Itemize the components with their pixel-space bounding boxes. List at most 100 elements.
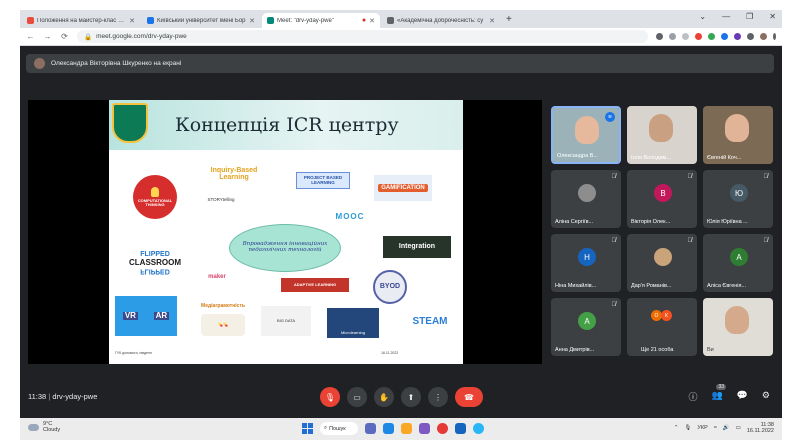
participant-tile[interactable]: 🎙̸ А Анна Дмитрів... bbox=[551, 298, 621, 356]
windows-taskbar: 9°C Cloudy ⌕ Пошук ⌃ 🎙 УКР ≈ 🔊 ▭ 11:38 1… bbox=[20, 418, 782, 440]
center-oval-text: Впровадження інноваційних педагогічних т… bbox=[229, 224, 341, 272]
browser-tab-active[interactable]: Meet: "drv-yday-pwe" ● ✕ bbox=[262, 13, 380, 28]
wifi-icon[interactable]: ≈ bbox=[714, 425, 717, 431]
file-explorer-icon[interactable] bbox=[401, 423, 412, 434]
meeting-code: drv-yday-pwe bbox=[52, 392, 98, 401]
call-controls: 🎙 ▭ ✋ ⬆ ⋮ ☎ bbox=[320, 387, 483, 407]
more-options-button[interactable]: ⋮ bbox=[428, 387, 448, 407]
address-bar[interactable]: 🔒 meet.google.com/drv-yday-pwe bbox=[77, 30, 648, 43]
volume-icon[interactable]: 🔊 bbox=[723, 425, 730, 431]
weather-widget[interactable]: 9°C Cloudy bbox=[28, 421, 60, 434]
raise-hand-button[interactable]: ✋ bbox=[374, 387, 394, 407]
presenting-banner: Олександра Вікторівна Шкуренко на екрані bbox=[26, 54, 774, 73]
participant-tile[interactable]: 🎙̸ Н Ніна Михайлів... bbox=[551, 234, 621, 292]
back-icon[interactable]: ← bbox=[26, 32, 35, 41]
media-literacy-label: Медіаграмотність bbox=[201, 303, 245, 310]
microphone-tray-icon[interactable]: 🎙 bbox=[684, 425, 691, 431]
browser-tab[interactable]: Положення на майстер-клас «Ві ✕ bbox=[22, 13, 140, 28]
presentation-stage[interactable]: Концепція ICR центру COMPUTATIONAL THINK… bbox=[28, 100, 542, 364]
activities-icon[interactable]: ⚙ bbox=[762, 390, 770, 403]
tab-search-icon[interactable]: ⌄ bbox=[699, 12, 706, 21]
meeting-details: 11:38 | drv-yday-pwe bbox=[28, 392, 98, 401]
extension-icon[interactable] bbox=[721, 33, 728, 40]
gamification-label: GAMIFICATION bbox=[374, 175, 432, 201]
cloud-icon bbox=[28, 423, 39, 431]
integration-label: Integration bbox=[383, 236, 451, 258]
chat-icon[interactable]: 💬 bbox=[737, 390, 748, 403]
mic-toggle-button[interactable]: 🎙 bbox=[320, 387, 340, 407]
tray-arrow-icon[interactable]: ⌃ bbox=[674, 425, 679, 431]
store-icon[interactable] bbox=[419, 423, 430, 434]
participant-name: Ілля Володим... bbox=[631, 155, 671, 161]
taskbar-search[interactable]: ⌕ Пошук bbox=[320, 422, 358, 435]
share-icon[interactable] bbox=[669, 33, 676, 40]
close-tab-icon[interactable]: ✕ bbox=[489, 17, 495, 25]
task-view-icon[interactable] bbox=[365, 423, 376, 434]
extension-icon[interactable] bbox=[695, 33, 702, 40]
participant-name: Євгеній Коч... bbox=[707, 155, 742, 161]
close-tab-icon[interactable]: ✕ bbox=[369, 17, 375, 25]
steam-label: STEAM bbox=[412, 315, 448, 327]
telegram-icon[interactable] bbox=[473, 423, 484, 434]
present-button[interactable]: ⬆ bbox=[401, 387, 421, 407]
camera-indicator-icon[interactable] bbox=[656, 33, 663, 40]
participant-name: Ніна Михайлів... bbox=[555, 283, 597, 289]
close-tab-icon[interactable]: ✕ bbox=[249, 17, 255, 25]
tab-title: Київський університет імені Бор bbox=[157, 17, 246, 24]
forward-icon[interactable]: → bbox=[43, 32, 52, 41]
meet-favicon-icon bbox=[267, 17, 274, 24]
mic-off-icon: 🎙̸ bbox=[611, 238, 617, 244]
participant-tile[interactable]: 🎙̸ А Аліса Євгенія... bbox=[703, 234, 773, 292]
minimize-icon[interactable]: — bbox=[722, 12, 730, 21]
self-view-tile[interactable]: Ви bbox=[703, 298, 773, 356]
project-based-label: PROJECT BASED LEARNING bbox=[296, 172, 350, 189]
browser-tab[interactable]: Київський університет імені Бор ✕ bbox=[142, 13, 260, 28]
participant-avatar: В bbox=[654, 184, 672, 202]
meeting-time: 11:38 bbox=[28, 392, 47, 401]
menu-dots-icon[interactable] bbox=[773, 33, 776, 40]
presenting-text: Олександра Вікторівна Шкуренко на екрані bbox=[51, 60, 182, 67]
extension-icon[interactable] bbox=[708, 33, 715, 40]
reload-icon[interactable]: ⟳ bbox=[60, 32, 69, 41]
participant-tile[interactable]: 🎙̸ В Вікторія Олек... bbox=[627, 170, 697, 228]
word-icon[interactable] bbox=[455, 423, 466, 434]
more-participants-label: Ще 21 особа bbox=[641, 347, 674, 353]
chrome-icon[interactable] bbox=[437, 423, 448, 434]
participant-tile[interactable]: 🎙̸ Аліна Сергіїв... bbox=[551, 170, 621, 228]
big-data-label: BIG DATA bbox=[261, 306, 311, 336]
participant-tile[interactable]: Євгеній Коч... bbox=[703, 106, 773, 164]
mic-off-icon: 🎙̸ bbox=[687, 174, 693, 180]
tab-title: Положення на майстер-клас «Ві bbox=[37, 17, 127, 24]
favicon-icon bbox=[387, 17, 394, 24]
profile-avatar[interactable] bbox=[760, 33, 767, 40]
clock-time: 11:38 bbox=[760, 422, 774, 428]
info-icon[interactable]: ⓘ bbox=[688, 390, 697, 403]
taskbar-clock[interactable]: 11:38 16.11.2022 bbox=[747, 422, 774, 435]
close-tab-icon[interactable]: ✕ bbox=[129, 17, 135, 25]
participant-name: Аліса Євгенія... bbox=[707, 283, 747, 289]
mic-off-icon: 🎙̸ bbox=[687, 238, 693, 244]
camera-toggle-button[interactable]: ▭ bbox=[347, 387, 367, 407]
participant-tile[interactable]: ≋ Олександра В... bbox=[551, 106, 621, 164]
end-call-button[interactable]: ☎ bbox=[455, 387, 483, 407]
screen: Положення на майстер-клас «Ві ✕ Київськи… bbox=[20, 10, 782, 440]
maximize-icon[interactable]: ❐ bbox=[746, 12, 753, 21]
bookmark-star-icon[interactable] bbox=[682, 33, 689, 40]
participant-tile[interactable]: 🎙̸ Дар'я Романів... bbox=[627, 234, 697, 292]
participant-tile[interactable]: 🎙̸ Ю Юлія Юріївна ... bbox=[703, 170, 773, 228]
extension-icon[interactable] bbox=[734, 33, 741, 40]
edge-icon[interactable] bbox=[383, 423, 394, 434]
language-indicator[interactable]: УКР bbox=[697, 425, 707, 431]
search-label: Пошук bbox=[329, 425, 346, 432]
more-participants-tile[interactable]: О К Ще 21 особа bbox=[627, 298, 697, 356]
flipped-classroom-label: FLIPPED CLASSROOM FLIPPED bbox=[129, 251, 181, 275]
battery-icon[interactable]: ▭ bbox=[736, 425, 741, 431]
participant-tile[interactable]: Ілля Володим... bbox=[627, 106, 697, 164]
close-window-icon[interactable]: ✕ bbox=[769, 12, 776, 21]
maker-label: maker bbox=[208, 273, 226, 280]
browser-tab[interactable]: «Академічна доброчесність: су ✕ bbox=[382, 13, 500, 28]
windows-start-icon[interactable] bbox=[302, 423, 313, 434]
new-tab-button[interactable]: + bbox=[506, 13, 512, 28]
people-button[interactable]: 👥 33 bbox=[711, 384, 727, 403]
puzzle-icon[interactable] bbox=[747, 33, 754, 40]
